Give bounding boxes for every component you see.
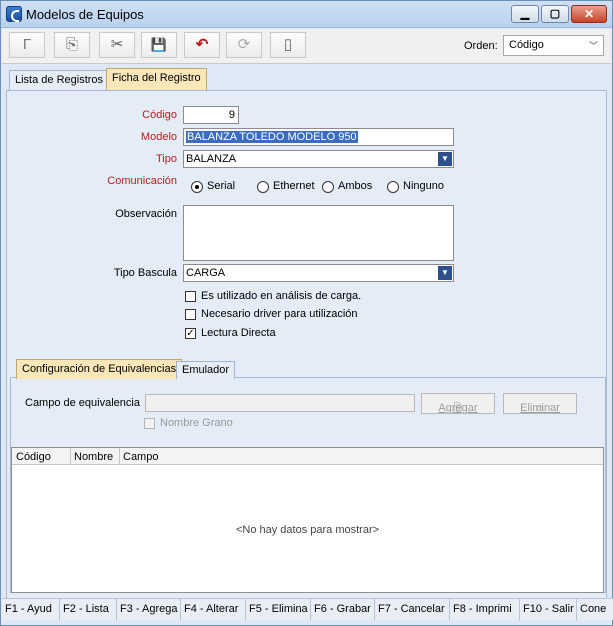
toolbar: Γ ⎘ ✂ 💾 ↶ ⟳ ▯ Orden: Código ﹀ <box>2 29 611 64</box>
fkey-f2-lista[interactable]: F2 - Lista <box>60 599 117 621</box>
close-button[interactable]: ✕ <box>571 5 607 23</box>
column-header-nombre[interactable]: Nombre <box>74 451 113 463</box>
window-title: Modelos de Equipos <box>26 7 144 22</box>
tab-record[interactable]: Ficha del Registro <box>106 68 207 90</box>
refresh-icon: ⟳ <box>237 36 251 53</box>
title-bar[interactable]: Modelos de Equipos ▁ ▢ ✕ <box>1 1 612 28</box>
comunicacion-radio-group: Serial Ethernet Ambos Ninguno <box>191 180 461 195</box>
tab-emulador[interactable]: Emulador <box>176 361 236 379</box>
equivalencias-grid[interactable]: Código Nombre Campo <No hay datos para m… <box>11 447 604 593</box>
modelo-label: Modelo <box>140 131 177 143</box>
fkey-f1-ayuda[interactable]: F1 - Ayud <box>2 599 60 621</box>
eliminar-button[interactable]: ⌂ Eliminar <box>503 393 577 414</box>
grid-header: Código Nombre Campo <box>12 448 603 465</box>
campo-equivalencia-label: Campo de equivalencia <box>25 397 140 409</box>
order-select[interactable]: Código ﹀ <box>503 35 604 56</box>
undo-icon: ↶ <box>195 36 209 53</box>
fkey-f3-agregar[interactable]: F3 - Agrega <box>117 599 181 621</box>
chevron-down-icon: ﹀ <box>588 41 598 51</box>
undo-button[interactable]: ↶ <box>184 32 220 58</box>
dropdown-arrow-icon: ▼ <box>438 152 452 166</box>
new-icon: Γ <box>22 36 32 53</box>
dropdown-arrow-icon: ▼ <box>438 266 452 280</box>
observacion-label: Observación <box>115 208 177 220</box>
tipo-select[interactable]: BALANZA ▼ <box>183 150 454 168</box>
exit-icon: ▯ <box>283 36 293 53</box>
copy-button[interactable]: ⎘ <box>54 32 90 58</box>
codigo-field[interactable]: 9 <box>183 106 239 124</box>
empty-grid-message: <No hay datos para mostrar> <box>235 524 380 536</box>
fkey-f8-imprimir[interactable]: F8 - Imprimi <box>450 599 520 621</box>
tab-list[interactable]: Lista de Registros <box>9 70 110 90</box>
copy-icon: ⎘ <box>65 36 78 53</box>
agregar-button[interactable]: ⎘ Agregar <box>421 393 495 414</box>
refresh-button[interactable]: ⟳ <box>226 32 262 58</box>
checkmark-icon: ✓ <box>185 328 196 339</box>
campo-equivalencia-field[interactable] <box>145 394 415 412</box>
app-icon <box>6 6 22 22</box>
order-value: Código <box>509 39 544 51</box>
close-icon: ✕ <box>583 7 595 21</box>
save-icon: 💾 <box>150 37 168 52</box>
modelo-field[interactable]: BALANZA TOLEDO MODELO 950 <box>183 128 454 146</box>
tipo-bascula-label: Tipo Bascula <box>113 267 177 279</box>
fkey-conexion[interactable]: Cone <box>577 599 613 621</box>
column-header-codigo[interactable]: Código <box>16 451 51 463</box>
order-label: Orden: <box>464 40 498 52</box>
tipo-label: Tipo <box>156 153 177 165</box>
tab-equivalencias[interactable]: Configuración de Equivalencias <box>16 359 183 379</box>
fkey-f4-alterar[interactable]: F4 - Alterar <box>181 599 246 621</box>
tipo-bascula-select[interactable]: CARGA ▼ <box>183 264 454 282</box>
fkey-f10-salir[interactable]: F10 - Salir <box>520 599 577 621</box>
fkey-f7-cancelar[interactable]: F7 - Cancelar <box>375 599 450 621</box>
minimize-button[interactable]: ▁ <box>511 5 539 23</box>
app-window: Modelos de Equipos ▁ ▢ ✕ Γ ⎘ ✂ 💾 ↶ ⟳ ▯ O… <box>0 0 613 626</box>
delete-button[interactable]: ✂ <box>99 32 135 58</box>
maximize-button[interactable]: ▢ <box>541 5 569 23</box>
fkey-f6-grabar[interactable]: F6 - Grabar <box>311 599 375 621</box>
fkey-f5-eliminar[interactable]: F5 - Elimina <box>246 599 311 621</box>
maximize-icon: ▢ <box>549 8 561 20</box>
comunicacion-label: Comunicación <box>107 175 177 187</box>
function-key-bar: F1 - Ayud F2 - Lista F3 - Agrega F4 - Al… <box>2 598 613 621</box>
exit-button[interactable]: ▯ <box>270 32 306 58</box>
delete-icon: ✂ <box>110 36 124 53</box>
observacion-textarea[interactable] <box>183 205 454 261</box>
save-button[interactable]: 💾 <box>141 32 177 58</box>
minimize-icon: ▁ <box>520 8 530 20</box>
new-button[interactable]: Γ <box>9 32 45 58</box>
codigo-label: Código <box>142 109 177 121</box>
column-header-campo[interactable]: Campo <box>123 451 158 463</box>
